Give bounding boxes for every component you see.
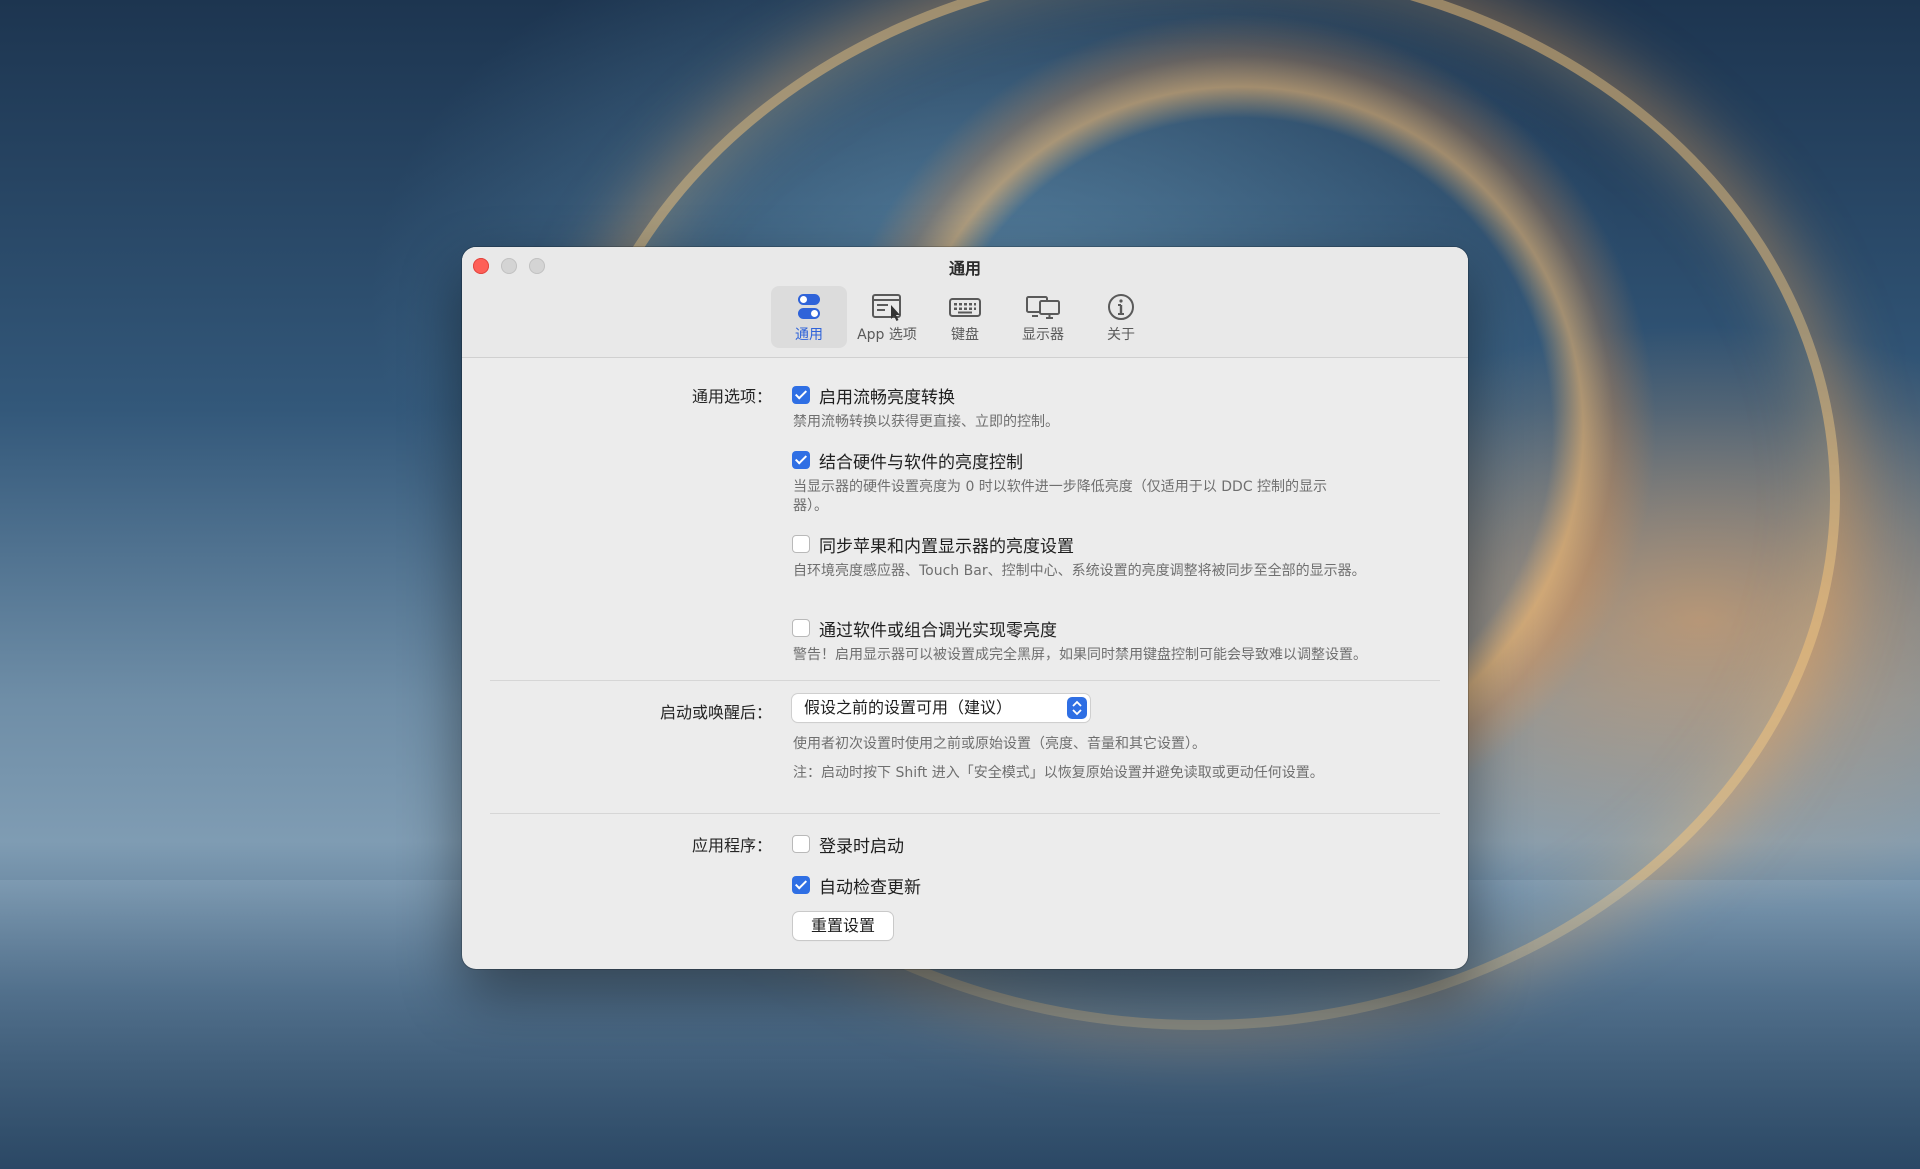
- auto-update-option[interactable]: 自动检查更新: [792, 873, 921, 898]
- general-options-label: 通用选项：: [691, 387, 772, 406]
- tab-about-label: 关于: [1107, 327, 1135, 343]
- zero-brightness-desc: 警告！启用显示器可以被设置成完全黑屏，如果同时禁用键盘控制可能会导致难以调整设置…: [793, 647, 1367, 663]
- smooth-brightness-label: 启用流畅亮度转换: [819, 388, 955, 408]
- combined-brightness-checkbox[interactable]: [792, 450, 810, 469]
- zero-brightness-option[interactable]: 通过软件或组合调光实现零亮度: [792, 616, 1057, 641]
- window-title: 通用: [948, 259, 981, 278]
- tab-general[interactable]: 通用: [771, 286, 847, 348]
- preferences-window: 通用 通用 App 选项 键盘 显示器 关于 通用选项： 启用流畅亮度转换 禁用…: [462, 247, 1468, 969]
- reset-settings-button[interactable]: 重置设置: [793, 912, 893, 940]
- general-settings-pane: 通用选项： 启用流畅亮度转换 禁用流畅转换以获得更直接、立即的控制。 结合硬件与…: [462, 358, 1468, 969]
- startup-label: 启动或唤醒后：: [659, 703, 772, 722]
- section-divider: [490, 813, 1440, 814]
- combined-brightness-option[interactable]: 结合硬件与软件的亮度控制: [792, 448, 1023, 473]
- preferences-tabs: 通用 App 选项 键盘 显示器 关于: [462, 286, 1468, 350]
- application-label: 应用程序：: [691, 836, 772, 855]
- zero-brightness-label: 通过软件或组合调光实现零亮度: [819, 621, 1057, 641]
- displays-icon: [1026, 296, 1060, 319]
- combined-brightness-label: 结合硬件与软件的亮度控制: [819, 453, 1023, 473]
- window-toolbar: 通用 通用 App 选项 键盘 显示器 关于: [462, 247, 1468, 358]
- tab-keyboard-label: 键盘: [951, 327, 979, 343]
- zero-brightness-checkbox[interactable]: [792, 618, 810, 637]
- smooth-brightness-desc: 禁用流畅转换以获得更直接、立即的控制。: [793, 414, 1059, 430]
- app-window-cursor-icon: [872, 294, 901, 321]
- tab-displays[interactable]: 显示器: [1005, 286, 1081, 348]
- sync-brightness-checkbox[interactable]: [792, 534, 810, 553]
- startup-behavior-value: 假设之前的设置可用（建议）: [804, 698, 1013, 717]
- launch-at-login-label: 登录时启动: [819, 837, 904, 857]
- startup-behavior-select[interactable]: 假设之前的设置可用（建议）: [792, 694, 1090, 722]
- keyboard-icon: [949, 298, 981, 317]
- safe-mode-note: 注：启动时按下 Shift 进入「安全模式」以恢复原始设置并避免读取或更动任何设…: [793, 765, 1324, 781]
- auto-update-checkbox[interactable]: [792, 875, 810, 894]
- auto-update-label: 自动检查更新: [819, 878, 921, 898]
- launch-at-login-checkbox[interactable]: [792, 834, 810, 853]
- smooth-brightness-checkbox[interactable]: [792, 385, 810, 404]
- section-divider: [490, 680, 1440, 681]
- toggle-switches-icon: [798, 294, 820, 319]
- sync-brightness-option[interactable]: 同步苹果和内置显示器的亮度设置: [792, 532, 1074, 557]
- sync-brightness-label: 同步苹果和内置显示器的亮度设置: [819, 537, 1074, 557]
- info-icon: [1108, 294, 1134, 320]
- combined-brightness-desc: 当显示器的硬件设置亮度为 0 时以软件进一步降低亮度（仅适用于以 DDC 控制的…: [793, 479, 1328, 514]
- tab-displays-label: 显示器: [1022, 327, 1064, 343]
- smooth-brightness-option[interactable]: 启用流畅亮度转换: [792, 383, 955, 408]
- tab-app-options-label: App 选项: [857, 327, 917, 343]
- select-arrows-icon: [1067, 697, 1087, 719]
- startup-desc: 使用者初次设置时使用之前或原始设置（亮度、音量和其它设置）。: [793, 736, 1206, 752]
- tab-app-options[interactable]: App 选项: [849, 286, 925, 348]
- tab-about[interactable]: 关于: [1083, 286, 1159, 348]
- tab-keyboard[interactable]: 键盘: [927, 286, 1003, 348]
- launch-at-login-option[interactable]: 登录时启动: [792, 832, 904, 857]
- sync-brightness-desc: 自环境亮度感应器、Touch Bar、控制中心、系统设置的亮度调整将被同步至全部…: [793, 563, 1366, 579]
- tab-general-label: 通用: [795, 327, 823, 343]
